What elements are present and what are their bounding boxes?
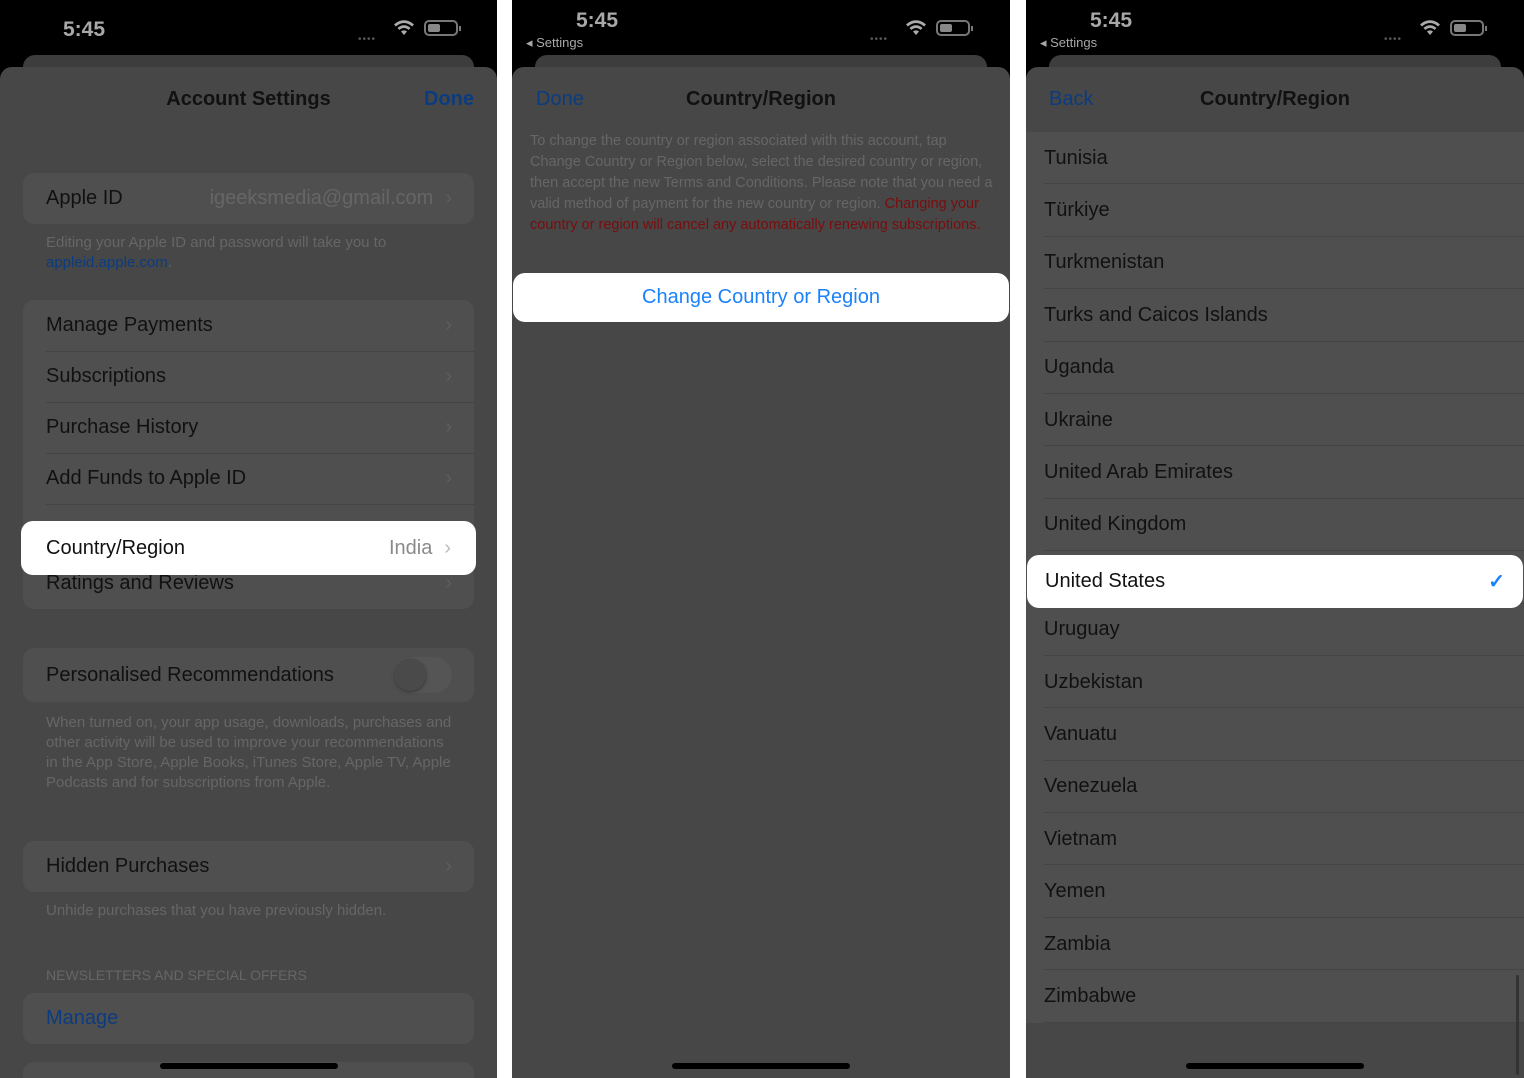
country-item[interactable]: Tunisia xyxy=(1026,132,1524,185)
menu-item-manage-payments[interactable]: Manage Payments › xyxy=(23,300,474,351)
hidden-footer: Unhide purchases that you have previousl… xyxy=(46,902,387,919)
country-item[interactable]: Vietnam xyxy=(1026,813,1524,866)
menu-item-add-funds[interactable]: Add Funds to Apple ID › xyxy=(23,453,474,504)
item-label: Personalised Recommendations xyxy=(46,663,334,686)
checkmark-icon: ✓ xyxy=(1488,571,1505,593)
apple-id-value: igeeksmedia@gmail.com xyxy=(209,187,434,209)
manage-button[interactable]: Manage xyxy=(23,993,474,1044)
country-region-info-screen: 5:45 ◂ Settings •••• Country/Region Done… xyxy=(512,0,1010,1078)
battery-icon xyxy=(424,20,461,36)
wifi-icon xyxy=(394,20,414,35)
battery-icon xyxy=(1450,20,1487,36)
signal-icon: •••• xyxy=(358,34,377,45)
wifi-icon xyxy=(1420,20,1440,35)
status-time: 5:45 xyxy=(576,9,619,32)
country-item[interactable]: Turkmenistan xyxy=(1026,237,1524,290)
scrollbar[interactable] xyxy=(1516,975,1519,1075)
back-app-label: Settings xyxy=(1050,35,1098,50)
chevron-right-icon: › xyxy=(445,187,452,209)
country-label: Country/Region xyxy=(46,536,185,559)
home-indicator xyxy=(672,1063,850,1069)
chevron-right-icon: › xyxy=(444,536,451,559)
country-list-screen: 5:45 ◂ Settings •••• Country/Region Back… xyxy=(1026,0,1524,1078)
menu-item-hidden-purchases[interactable]: Hidden Purchases › xyxy=(23,841,474,892)
country-item[interactable]: Ukraine xyxy=(1026,394,1524,447)
newsletters-header: NEWSLETTERS AND SPECIAL OFFERS xyxy=(46,967,307,983)
appleid-link[interactable]: appleid.apple.com xyxy=(46,254,168,271)
country-item[interactable]: Türkiye xyxy=(1026,184,1524,238)
country-item[interactable]: Uganda xyxy=(1026,342,1524,395)
home-indicator xyxy=(1186,1063,1364,1069)
back-to-settings[interactable]: ◂ Settings xyxy=(1040,35,1097,51)
country-item[interactable]: Uzbekistan xyxy=(1026,656,1524,709)
change-country-button[interactable]: Change Country or Region xyxy=(513,273,1009,322)
sheet: Country/Region Done To change the countr… xyxy=(512,67,1010,1078)
battery-icon xyxy=(936,20,973,36)
country-item[interactable]: Zambia xyxy=(1026,918,1524,971)
country-item[interactable]: Vanuatu xyxy=(1026,708,1524,762)
back-app-label: Settings xyxy=(536,35,584,50)
account-settings-screen: 5:45 •••• Account Settings Done Apple ID… xyxy=(0,0,497,1078)
chevron-right-icon: › xyxy=(445,467,452,489)
back-button[interactable]: Back xyxy=(1049,88,1093,111)
country-item[interactable]: Zimbabwe xyxy=(1026,970,1524,1024)
apple-id-label: Apple ID xyxy=(46,187,123,209)
item-label: Add Funds to Apple ID xyxy=(46,467,247,489)
apple-id-footer: Editing your Apple ID and password will … xyxy=(46,234,387,271)
country-item[interactable]: Yemen xyxy=(1026,865,1524,919)
manage-label: Manage xyxy=(46,1007,119,1029)
item-label: Manage Payments xyxy=(46,314,213,336)
country-value: India xyxy=(388,536,433,559)
personalised-footer: When turned on, your app usage, download… xyxy=(46,714,452,791)
country-item[interactable]: Uruguay xyxy=(1026,604,1524,657)
country-item-selected[interactable]: United States ✓ xyxy=(1027,555,1523,608)
chevron-right-icon: › xyxy=(445,416,452,438)
wifi-icon xyxy=(906,20,926,35)
country-item[interactable]: United Arab Emirates xyxy=(1026,446,1524,500)
page-title: Country/Region xyxy=(1200,88,1350,110)
menu-item-purchase-history[interactable]: Purchase History › xyxy=(23,402,474,453)
description: To change the country or region associat… xyxy=(530,131,998,236)
manage-group: Manage xyxy=(23,993,474,1044)
item-label: Ratings and Reviews xyxy=(46,572,234,594)
chevron-right-icon: › xyxy=(445,572,452,594)
hidden-group: Hidden Purchases › xyxy=(23,841,474,892)
status-time: 5:45 xyxy=(63,18,106,41)
item-label: Hidden Purchases xyxy=(46,855,210,877)
status-time: 5:45 xyxy=(1090,9,1133,32)
chevron-right-icon: › xyxy=(445,314,452,336)
back-to-settings[interactable]: ◂ Settings xyxy=(526,35,583,51)
apple-id-row[interactable]: Apple ID igeeksmedia@gmail.com › xyxy=(23,173,474,224)
page-title: Country/Region xyxy=(686,88,836,110)
page-title: Account Settings xyxy=(166,88,331,110)
home-indicator xyxy=(159,1063,338,1069)
menu-item-subscriptions[interactable]: Subscriptions › xyxy=(23,351,474,402)
country-region-row[interactable]: Country/Region India › xyxy=(21,521,476,575)
item-label: Subscriptions xyxy=(46,365,167,387)
personalised-row: Personalised Recommendations xyxy=(23,648,474,702)
done-button[interactable]: Done xyxy=(536,88,584,111)
signal-icon: •••• xyxy=(1384,34,1403,45)
done-button[interactable]: Done xyxy=(424,88,474,111)
personalised-group: Personalised Recommendations xyxy=(23,648,474,702)
apple-id-group: Apple ID igeeksmedia@gmail.com › xyxy=(23,173,474,224)
footer-text: Editing your Apple ID and password will … xyxy=(46,234,387,251)
country-item[interactable]: Turks and Caicos Islands xyxy=(1026,289,1524,342)
chevron-right-icon: › xyxy=(445,365,452,387)
personalised-toggle[interactable] xyxy=(392,657,452,693)
country-item[interactable]: United Kingdom xyxy=(1026,499,1524,552)
selected-country-label: United States xyxy=(1045,570,1166,592)
item-label: Purchase History xyxy=(46,416,199,438)
chevron-right-icon: › xyxy=(445,855,452,877)
signal-icon: •••• xyxy=(870,34,889,45)
country-item[interactable]: Venezuela xyxy=(1026,761,1524,814)
